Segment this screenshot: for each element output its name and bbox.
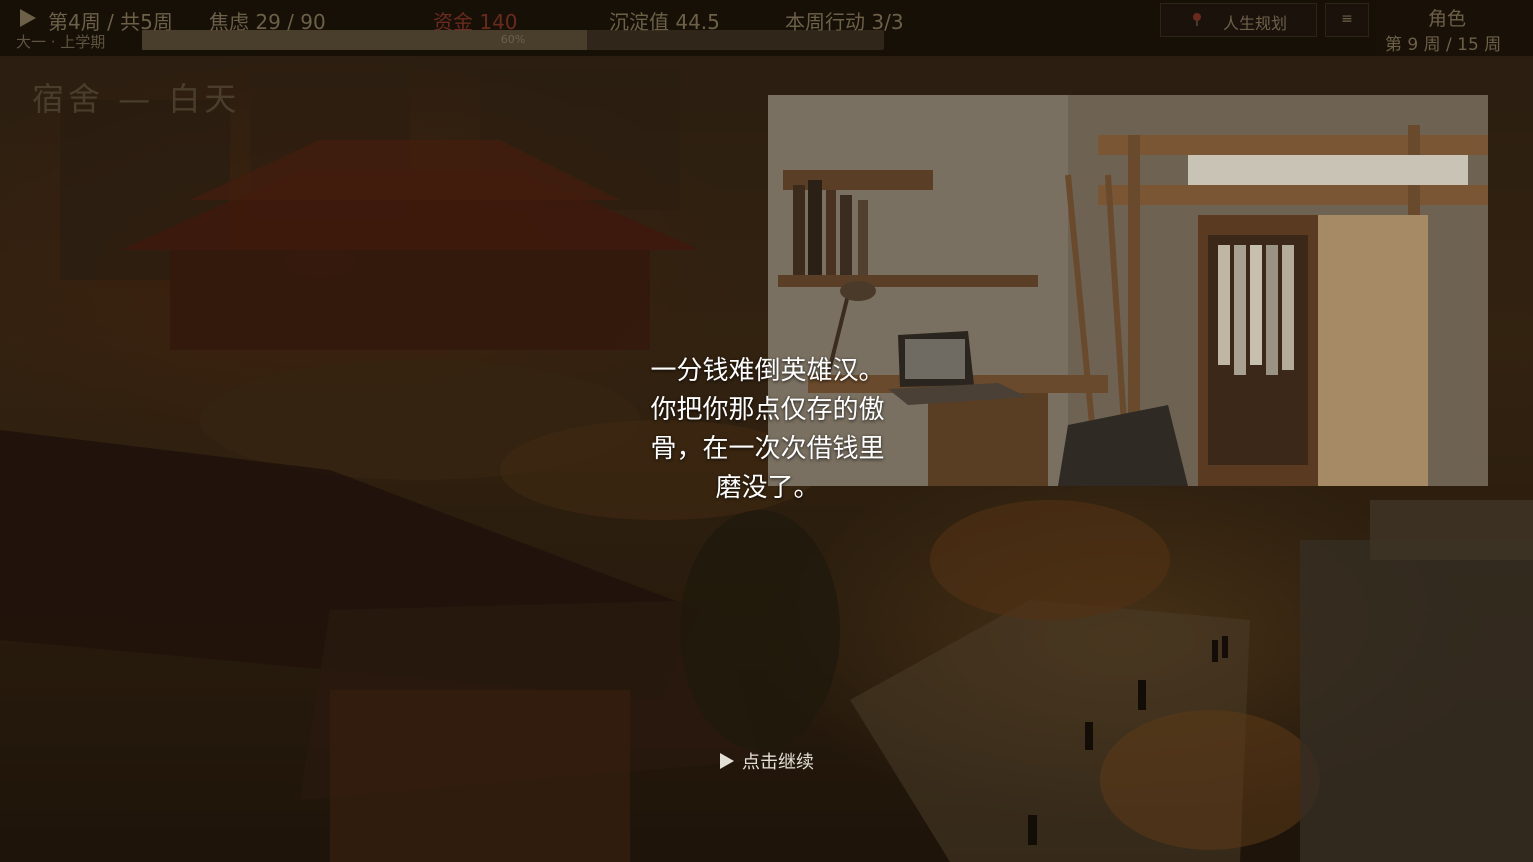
- play-icon: [720, 753, 734, 769]
- narration-line: 你把你那点仅存的傲: [650, 395, 885, 425]
- role-button[interactable]: 角色: [1377, 4, 1517, 31]
- continue-button[interactable]: 点击继续: [720, 748, 814, 774]
- narration-line: 一分钱难倒英雄汉。: [650, 356, 885, 386]
- narration-line: 磨没了。: [715, 473, 820, 503]
- term-label: 大一 · 上学期: [16, 33, 106, 51]
- continue-label: 点击继续: [742, 752, 814, 773]
- term-progress-bar: 60%: [142, 30, 884, 50]
- term-progress-text: 60%: [500, 33, 526, 46]
- narration-text[interactable]: 一分钱难倒英雄汉。 你把你那点仅存的傲 骨，在一次次借钱里 磨没了。: [600, 352, 935, 508]
- week-counter: 第 9 周 / 15 周: [1385, 35, 1502, 55]
- role-panel: 角色 第 9 周 / 15 周: [1377, 0, 1533, 56]
- pin-icon: [1193, 13, 1201, 26]
- play-icon[interactable]: [20, 9, 36, 27]
- life-plan-label: 人生规划: [1223, 14, 1288, 33]
- scene-title: 宿舍 — 白天: [32, 80, 241, 118]
- life-plan-button[interactable]: 人生规划: [1160, 3, 1317, 37]
- hamburger-icon: ≡: [1341, 11, 1353, 27]
- menu-button[interactable]: ≡: [1325, 3, 1369, 37]
- narration-line: 骨，在一次次借钱里: [650, 434, 885, 464]
- top-hud: 第4周 / 共5周 焦虑 29 / 90 资金 140 沉淀值 44.5 本周行…: [0, 0, 1533, 56]
